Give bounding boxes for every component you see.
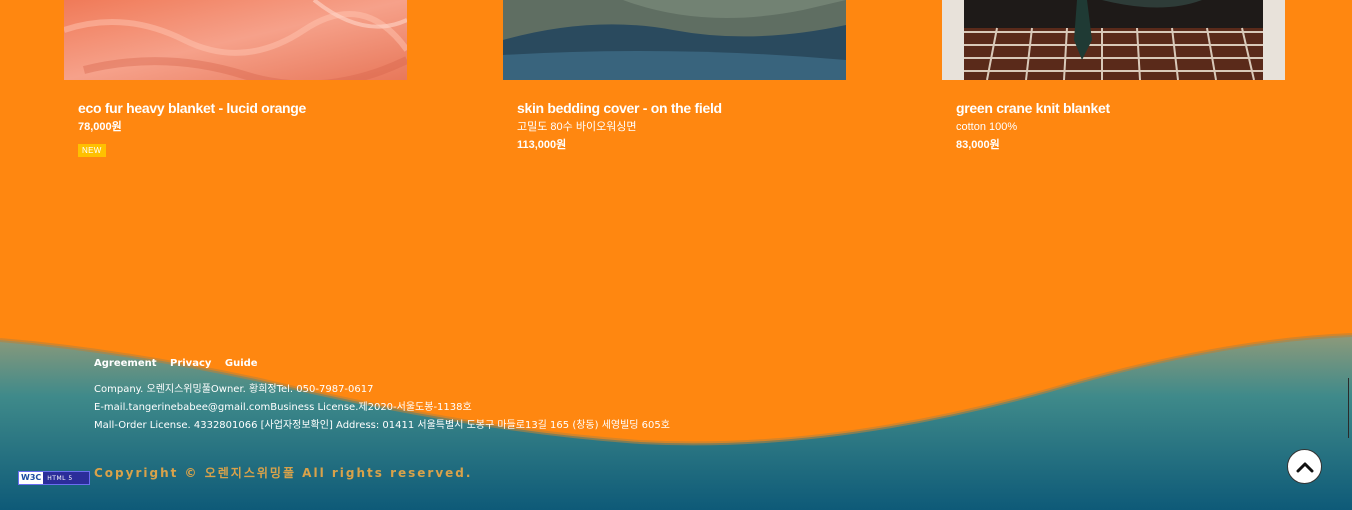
product-card-3[interactable]: green crane knit blanket cotton 100% 83,… xyxy=(942,0,1285,152)
scrollbar-indicator[interactable] xyxy=(1348,378,1349,438)
w3c-logo: W3C xyxy=(19,472,44,484)
product-name[interactable]: green crane knit blanket xyxy=(956,100,1271,116)
html5-label: HTML 5 xyxy=(47,474,73,482)
order-license-line: Mall-Order License. 4332801066 [사업자정보확인]… xyxy=(94,420,670,431)
company-line: Company. 오렌지스위밍풀Owner. 황희정Tel. 050-7987-… xyxy=(94,384,374,395)
product-image-knit-blanket[interactable] xyxy=(942,0,1285,80)
product-price: 113,000원 xyxy=(517,139,567,151)
footer: Agreement Privacy Guide Company. 오렌지스위밍풀… xyxy=(94,358,670,435)
product-price: 78,000원 xyxy=(78,121,122,133)
product-name[interactable]: eco fur heavy blanket - lucid orange xyxy=(78,100,393,116)
product-price: 83,000원 xyxy=(956,139,1000,151)
chevron-up-icon xyxy=(1296,462,1313,472)
product-name[interactable]: skin bedding cover - on the field xyxy=(517,100,832,116)
company-info: Company. 오렌지스위밍풀Owner. 황희정Tel. 050-7987-… xyxy=(94,381,670,435)
email-line: E-mail.tangerinebabee@gmail.comBusiness … xyxy=(94,402,472,413)
scroll-to-top-button[interactable] xyxy=(1287,449,1322,484)
agreement-link[interactable]: Agreement xyxy=(94,358,157,369)
guide-link[interactable]: Guide xyxy=(225,358,258,369)
privacy-link[interactable]: Privacy xyxy=(170,358,211,369)
product-image-bedding[interactable] xyxy=(503,0,846,80)
product-card-2[interactable]: skin bedding cover - on the field 고밀도 80… xyxy=(503,0,846,152)
product-description: cotton 100% xyxy=(956,121,1018,133)
copyright: Copyright © 오렌지스위밍풀 All rights reserved. xyxy=(94,466,473,480)
product-description: 고밀도 80수 바이오워싱면 xyxy=(517,121,637,133)
footer-links: Agreement Privacy Guide xyxy=(94,358,670,369)
product-card-1[interactable]: eco fur heavy blanket - lucid orange 78,… xyxy=(64,0,407,158)
new-badge: NEW xyxy=(78,144,106,157)
w3c-html5-badge[interactable]: W3C HTML 5 xyxy=(18,471,90,485)
product-image-orange-fur[interactable] xyxy=(64,0,407,80)
